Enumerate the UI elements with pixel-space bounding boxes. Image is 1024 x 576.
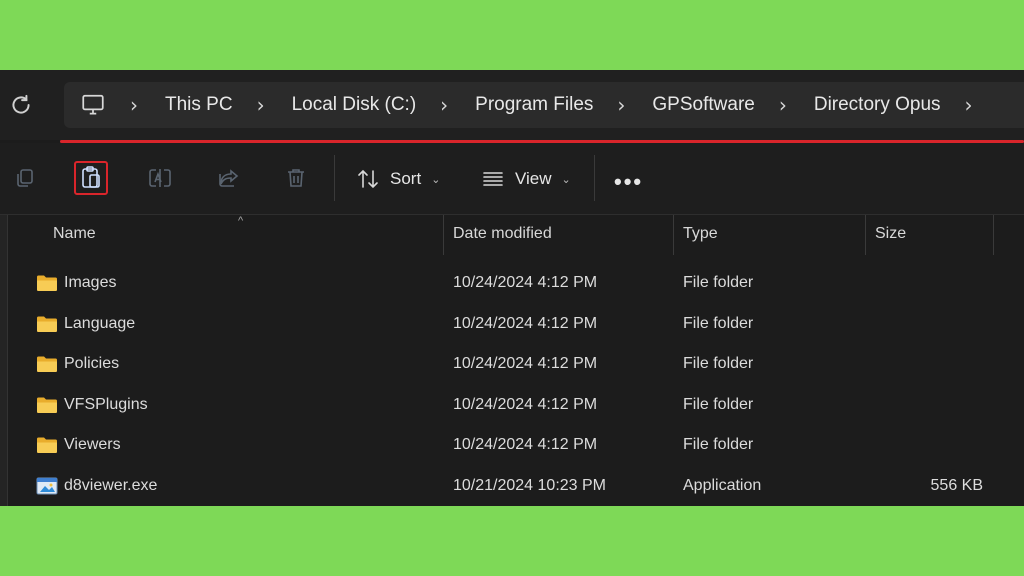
file-type: Application xyxy=(683,477,762,494)
pc-icon[interactable] xyxy=(80,92,106,118)
breadcrumb-local-disk[interactable]: Local Disk (C:) xyxy=(292,94,417,116)
file-date: 10/24/2024 4:12 PM xyxy=(453,396,598,413)
chevron-right-icon[interactable]: › xyxy=(965,93,973,117)
toolbar-divider xyxy=(594,155,595,201)
file-date: 10/24/2024 4:12 PM xyxy=(453,315,598,332)
sort-icon xyxy=(356,168,380,190)
breadcrumb-this-pc[interactable]: This PC xyxy=(165,94,233,116)
file-explorer-window: › This PC › Local Disk (C:) › Program Fi… xyxy=(0,70,1024,506)
folder-icon xyxy=(36,436,58,454)
file-type: File folder xyxy=(683,396,754,413)
chevron-right-icon[interactable]: › xyxy=(440,93,448,117)
address-row: › This PC › Local Disk (C:) › Program Fi… xyxy=(0,70,1024,140)
sort-label: Sort xyxy=(390,169,422,188)
file-type: File folder xyxy=(683,315,754,332)
folder-icon xyxy=(36,315,58,333)
file-date: 10/24/2024 4:12 PM xyxy=(453,355,598,372)
column-divider[interactable] xyxy=(865,215,866,255)
file-row[interactable]: VFSPlugins 10/24/2024 4:12 PM File folde… xyxy=(0,386,1024,426)
chevron-right-icon[interactable]: › xyxy=(130,93,138,117)
file-row[interactable]: Policies 10/24/2024 4:12 PM File folder xyxy=(0,345,1024,385)
column-header-row: ^ Name Date modified Type Size xyxy=(0,215,1024,255)
column-header-date[interactable]: Date modified xyxy=(453,225,552,243)
column-header-size[interactable]: Size xyxy=(875,225,906,243)
column-divider[interactable] xyxy=(993,215,994,255)
breadcrumb-gpsoftware[interactable]: GPSoftware xyxy=(652,94,754,116)
chevron-down-icon: ⌄ xyxy=(561,173,571,186)
chevron-down-icon: ⌄ xyxy=(431,173,441,186)
view-button[interactable]: View ⌄ xyxy=(481,165,571,193)
file-name: Policies xyxy=(64,355,120,372)
paste-icon[interactable] xyxy=(74,161,108,195)
view-label: View xyxy=(515,169,552,188)
sort-button[interactable]: Sort ⌄ xyxy=(356,165,440,193)
address-bar[interactable]: › This PC › Local Disk (C:) › Program Fi… xyxy=(64,82,1024,128)
file-date: 10/24/2024 4:12 PM xyxy=(453,436,598,453)
file-row[interactable]: Viewers 10/24/2024 4:12 PM File folder xyxy=(0,426,1024,466)
application-icon xyxy=(36,477,58,495)
rename-icon[interactable] xyxy=(143,161,177,195)
file-row[interactable]: d8viewer.exe 10/21/2024 10:23 PM Applica… xyxy=(0,467,1024,506)
delete-icon[interactable] xyxy=(279,161,313,195)
file-type: File folder xyxy=(683,436,754,453)
folder-icon xyxy=(36,355,58,373)
column-header-type[interactable]: Type xyxy=(683,225,718,243)
chevron-right-icon[interactable]: › xyxy=(617,93,625,117)
file-row[interactable]: Images 10/24/2024 4:12 PM File folder xyxy=(0,264,1024,304)
folder-icon xyxy=(36,274,58,292)
file-row[interactable]: Language 10/24/2024 4:12 PM File folder xyxy=(0,305,1024,345)
file-name: Images xyxy=(64,274,117,291)
share-icon[interactable] xyxy=(212,161,246,195)
more-options-button[interactable]: ••• xyxy=(614,169,643,195)
column-divider[interactable] xyxy=(673,215,674,255)
copy-icon[interactable] xyxy=(8,161,42,195)
folder-icon xyxy=(36,396,58,414)
breadcrumb-program-files[interactable]: Program Files xyxy=(475,94,593,116)
file-name: VFSPlugins xyxy=(64,396,148,413)
view-icon xyxy=(481,169,505,189)
file-name: Language xyxy=(64,315,136,332)
file-list: ^ Name Date modified Type Size Images 10… xyxy=(0,215,1024,506)
file-date: 10/21/2024 10:23 PM xyxy=(453,477,607,494)
file-type: File folder xyxy=(683,355,754,372)
file-size: 556 KB xyxy=(930,477,983,494)
command-bar: Sort ⌄ View ⌄ ••• xyxy=(0,143,1024,215)
column-divider[interactable] xyxy=(443,215,444,255)
file-type: File folder xyxy=(683,274,754,291)
chevron-right-icon[interactable]: › xyxy=(257,93,265,117)
file-name: d8viewer.exe xyxy=(64,477,158,494)
column-header-name[interactable]: Name xyxy=(53,225,96,243)
toolbar-divider xyxy=(334,155,335,201)
sort-ascending-caret-icon: ^ xyxy=(238,215,244,227)
file-name: Viewers xyxy=(64,436,121,453)
file-date: 10/24/2024 4:12 PM xyxy=(453,274,598,291)
chevron-right-icon[interactable]: › xyxy=(779,93,787,117)
refresh-icon[interactable] xyxy=(8,92,34,118)
breadcrumb-directory-opus[interactable]: Directory Opus xyxy=(814,94,941,116)
